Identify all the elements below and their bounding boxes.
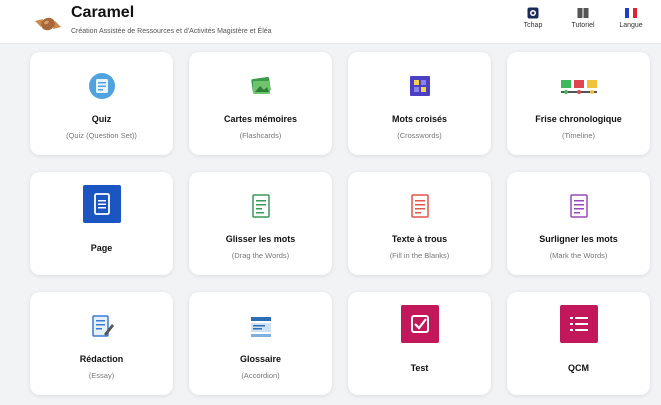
crossword-icon xyxy=(409,76,430,96)
card-subtitle: (Quiz (Question Set)) xyxy=(66,131,137,140)
card-quiz[interactable]: Quiz (Quiz (Question Set)) xyxy=(30,52,173,155)
card-name: Mots croisés xyxy=(391,114,448,124)
card-mark-words[interactable]: Surligner les mots (Mark the Words) xyxy=(507,172,650,275)
quiz-icon xyxy=(88,73,115,99)
card-fill-blanks[interactable]: Texte à trous (Fill in the Blanks) xyxy=(348,172,491,275)
caramel-candy-icon xyxy=(35,17,61,31)
card-crosswords[interactable]: Mots croisés (Crosswords) xyxy=(348,52,491,155)
card-name: Glisser les mots xyxy=(225,234,296,244)
card-subtitle: (Essay) xyxy=(88,371,115,380)
test-checkbox-icon xyxy=(400,305,439,343)
card-subtitle: (Flashcards) xyxy=(239,131,282,140)
app-title: Caramel xyxy=(71,4,135,21)
page-icon xyxy=(82,185,121,223)
card-subtitle: (Mark the Words) xyxy=(549,251,608,260)
card-drag-words[interactable]: Glisser les mots (Drag the Words) xyxy=(189,172,332,275)
timeline-icon xyxy=(560,80,597,94)
card-name: Surligner les mots xyxy=(539,234,618,244)
card-name: Rédaction xyxy=(79,354,124,364)
tutoriel-button[interactable]: Tutoriel xyxy=(561,7,605,37)
card-subtitle: (Accordion) xyxy=(241,371,280,380)
langue-button[interactable]: Langue xyxy=(609,7,653,37)
card-name: Texte à trous xyxy=(391,234,448,244)
tchap-icon xyxy=(527,7,539,19)
card-subtitle: (Drag the Words) xyxy=(231,251,290,260)
langue-label: Langue xyxy=(619,22,643,29)
card-qcm[interactable]: QCM xyxy=(507,292,650,395)
tchap-label: Tchap xyxy=(523,22,543,29)
card-name: Frise chronologique xyxy=(535,114,622,124)
card-name: Test xyxy=(410,363,429,373)
card-name: Page xyxy=(90,243,113,253)
app-header: Caramel Création Assistée de Ressources … xyxy=(0,0,661,44)
french-flag-icon xyxy=(625,8,637,18)
app-subtitle: Création Assistée de Ressources et d'Act… xyxy=(71,28,272,35)
drag-words-icon xyxy=(251,194,270,218)
card-flashcards[interactable]: Cartes mémoires (Flashcards) xyxy=(189,52,332,155)
card-subtitle: (Fill in the Blanks) xyxy=(389,251,450,260)
card-page[interactable]: Page xyxy=(30,172,173,275)
qcm-list-icon xyxy=(559,305,598,343)
card-subtitle: (Timeline) xyxy=(561,131,596,140)
card-name: Quiz xyxy=(91,114,112,124)
card-subtitle: (Crosswords) xyxy=(397,131,442,140)
card-name: QCM xyxy=(568,363,589,373)
card-accordion[interactable]: Glossaire (Accordion) xyxy=(189,292,332,395)
accordion-icon xyxy=(250,317,271,337)
card-essay[interactable]: Rédaction (Essay) xyxy=(30,292,173,395)
card-test[interactable]: Test xyxy=(348,292,491,395)
tutoriel-label: Tutoriel xyxy=(571,22,595,29)
fill-blanks-icon xyxy=(410,194,429,218)
book-icon xyxy=(577,8,589,18)
tchap-button[interactable]: Tchap xyxy=(511,7,555,37)
card-name: Cartes mémoires xyxy=(223,114,298,124)
mark-words-icon xyxy=(569,194,588,218)
card-timeline[interactable]: Frise chronologique (Timeline) xyxy=(507,52,650,155)
essay-icon xyxy=(91,315,114,337)
card-name: Glossaire xyxy=(239,354,282,364)
flashcards-icon xyxy=(250,77,271,94)
